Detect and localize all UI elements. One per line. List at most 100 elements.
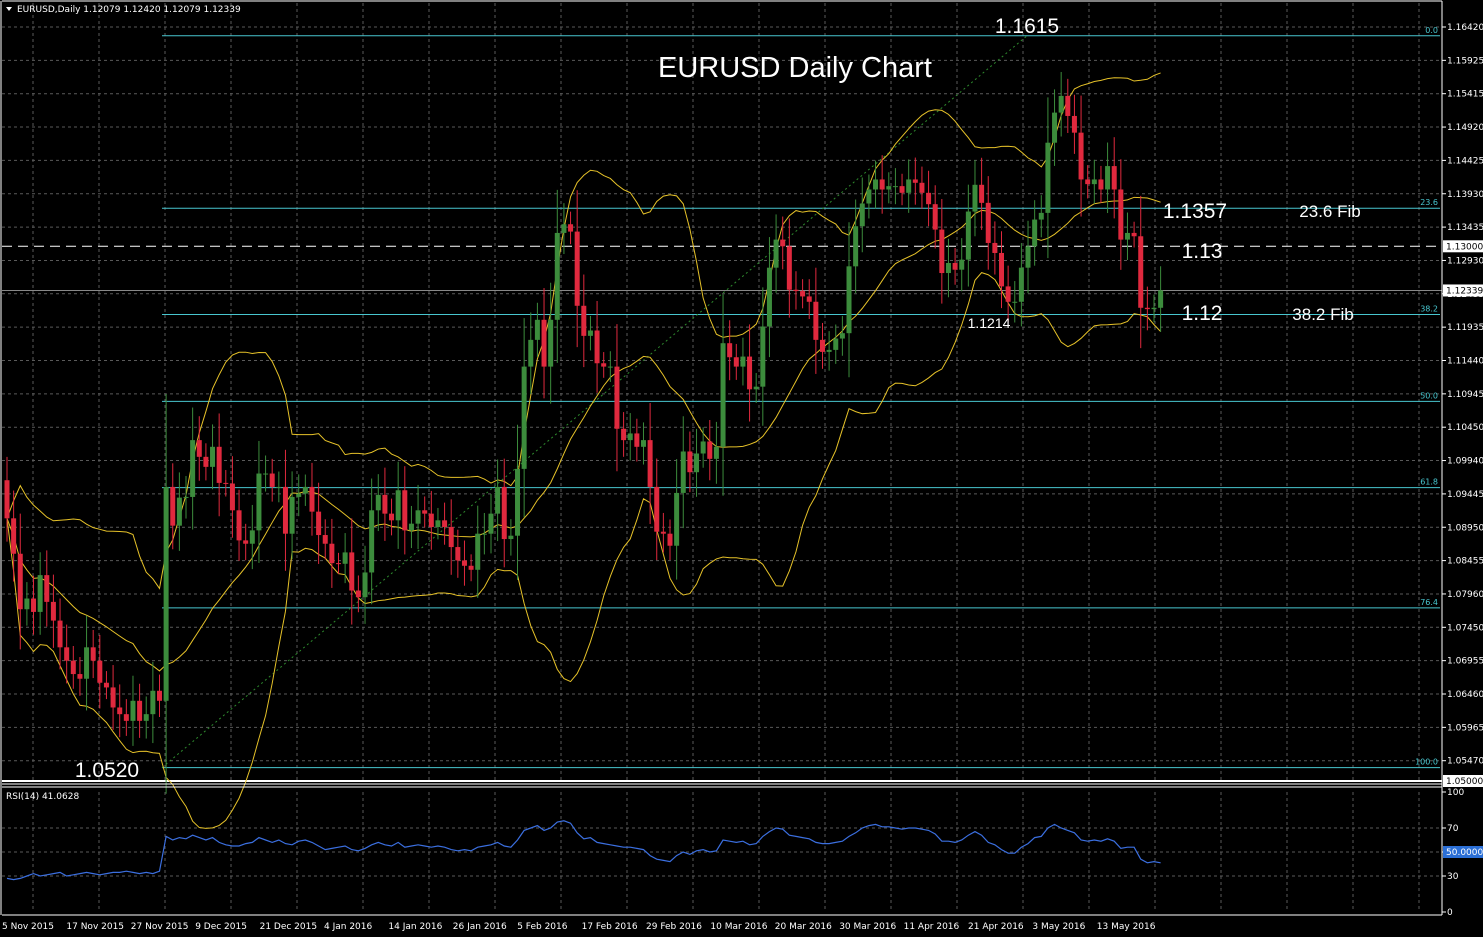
price-axis-label: 1.07450 (1447, 623, 1483, 633)
candle-body (806, 296, 812, 302)
candle-body (819, 339, 825, 352)
chart-window: 0.0 23.6 38.2 50.0 61.8 76.4 100.0 5 Nov 2015 1… (0, 0, 1483, 937)
candle-body (621, 428, 627, 441)
candle-body (1058, 95, 1064, 113)
candle-body (972, 184, 978, 212)
candle-body (640, 440, 646, 447)
candle-body (1038, 212, 1044, 220)
candle-body (302, 486, 308, 494)
candle-body (780, 239, 786, 247)
time-axis-label: 29 Feb 2016 (646, 922, 702, 932)
candle-body (979, 184, 985, 203)
price-axis-label: 1.10945 (1447, 390, 1483, 400)
candle-body (90, 647, 96, 661)
candle-body (939, 229, 945, 274)
price-axis-label: 1.07960 (1447, 590, 1483, 600)
candle-body (4, 480, 10, 519)
time-axis-label: 5 Feb 2016 (517, 922, 568, 932)
price-axis-label: 1.09445 (1447, 490, 1483, 500)
price-axis-label: 1.12930 (1447, 256, 1483, 266)
price-axis-label: 1.05965 (1447, 723, 1483, 733)
candle-body (1124, 232, 1130, 240)
price-axis-label: 1.15925 (1447, 56, 1483, 66)
candle-body (77, 674, 83, 679)
candle-body (461, 560, 467, 566)
candle-body (866, 189, 872, 204)
candle-body (448, 527, 454, 548)
time-axis-label: 5 Nov 2015 (2, 922, 54, 932)
candle-body (468, 565, 474, 570)
price-axis-label: 1.08950 (1447, 523, 1483, 533)
candle-body (382, 494, 388, 514)
candle-body (786, 246, 792, 290)
candle-body (1091, 179, 1097, 185)
annotation-fib236-text: 23.6 Fib (1299, 202, 1360, 221)
candle-body (952, 263, 958, 270)
candle-body (747, 356, 753, 390)
candle-body (196, 440, 202, 457)
candle-body (528, 339, 534, 367)
candle-body (581, 305, 587, 336)
candle-body (614, 366, 620, 429)
candle-body (534, 319, 540, 340)
candle-body (143, 714, 149, 721)
candle-body (50, 601, 56, 621)
rsi-axis-label: 100 (1447, 788, 1464, 798)
candle-body (753, 386, 759, 390)
price-axis-label: 1.16420 (1447, 23, 1483, 33)
rsi-axis-label: 50.0000 (1446, 848, 1483, 858)
candle-body (369, 510, 375, 573)
candle-body (1078, 132, 1084, 180)
candle-body (336, 563, 341, 565)
candle-body (1085, 179, 1091, 185)
candle-body (176, 497, 182, 526)
candle-body (541, 319, 547, 367)
annotation-low: 1.0520 (75, 759, 139, 782)
time-axis-label: 17 Nov 2015 (66, 922, 124, 932)
candle-body (833, 338, 839, 350)
candle-body (289, 496, 295, 534)
candle-body (481, 533, 487, 535)
candle-body (713, 446, 719, 459)
candle-body (70, 660, 76, 675)
fib-level-label: 38.2 (1420, 304, 1438, 313)
candle-body (276, 486, 282, 488)
candle-body (428, 513, 434, 528)
candle-body (1032, 219, 1038, 247)
candle-body (515, 468, 521, 536)
candle-body (720, 343, 726, 447)
candle-body (229, 483, 235, 511)
annotation-swing-low: 1.1214 (968, 315, 1011, 331)
candle-body (853, 226, 859, 267)
candle-body (932, 204, 938, 230)
candle-body (554, 232, 560, 320)
candle-body (700, 441, 706, 454)
candle-body (926, 192, 932, 205)
fib-level-label: 61.8 (1420, 478, 1438, 487)
price-axis-label: 1.13435 (1447, 223, 1483, 233)
candle-body (57, 620, 63, 648)
price-axis-label: 1.09940 (1447, 457, 1483, 467)
chart-background (0, 0, 1483, 937)
candle-body (31, 598, 37, 612)
candle-body (587, 330, 593, 336)
annotation-level-113: 1.13 (1182, 240, 1223, 263)
candle-body (1025, 246, 1031, 268)
candle-body (680, 451, 686, 493)
candle-body (1071, 115, 1077, 133)
candle-body (402, 490, 408, 531)
rsi-header: RSI(14) 41.0628 (6, 792, 79, 802)
candle-body (216, 446, 222, 483)
candle-body (1045, 142, 1051, 213)
candle-body (362, 572, 368, 598)
candle-body (355, 590, 361, 598)
annotation-level-112: 1.12 (1182, 302, 1223, 325)
time-axis-label: 14 Jan 2016 (388, 922, 442, 932)
candle-body (269, 473, 275, 487)
candle-body (309, 486, 315, 512)
candle-body (501, 486, 507, 540)
candle-body (249, 530, 255, 544)
time-axis-label: 17 Feb 2016 (582, 922, 638, 932)
candle-body (800, 291, 806, 297)
candle-body (999, 252, 1004, 287)
